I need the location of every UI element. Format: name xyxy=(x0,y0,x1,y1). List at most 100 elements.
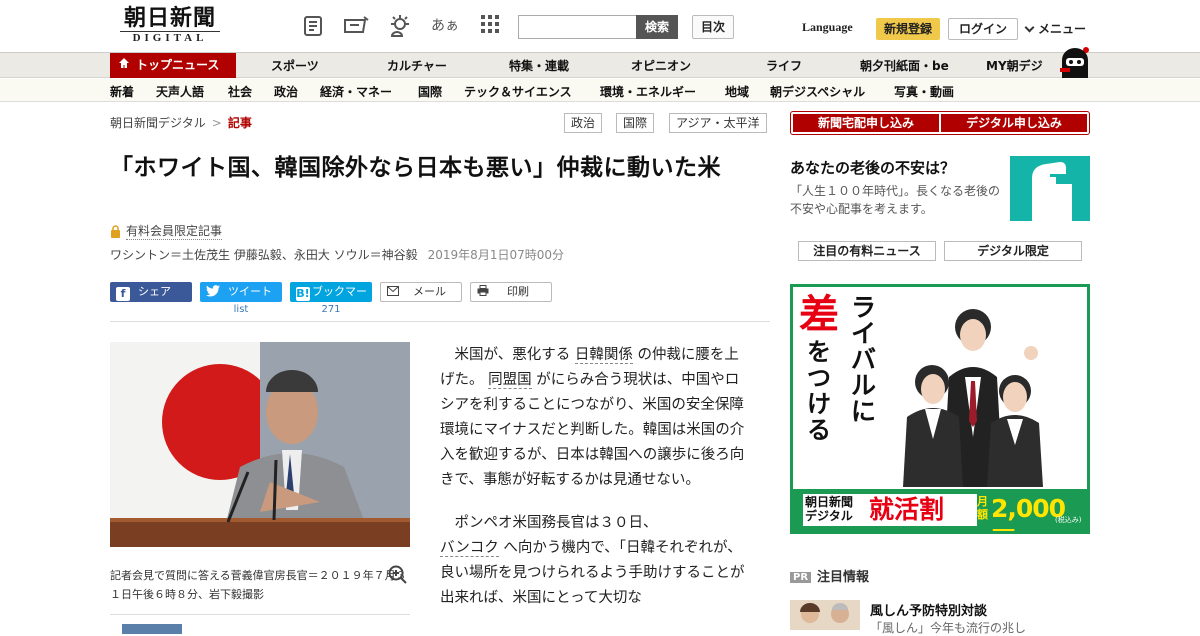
tab-paid-news[interactable]: 注目の有料ニュース xyxy=(798,241,936,261)
breadcrumb-root[interactable]: 朝日新聞デジタル xyxy=(110,116,206,130)
ad-campaign: 就活割 xyxy=(869,495,945,524)
advertisement[interactable]: 差 をつける ライバルに 朝日新聞デジタル 就活割 月額 2,000円 (税込み… xyxy=(790,284,1090,534)
promo-image[interactable] xyxy=(1010,156,1090,221)
twitter-icon xyxy=(206,284,220,304)
ad-headline-rest1: をつける xyxy=(807,338,831,444)
related-thumbnail[interactable] xyxy=(122,624,182,634)
paid-article-label: 有料会員限定記事 xyxy=(110,222,223,240)
logo-en: DIGITAL xyxy=(120,31,220,45)
nav-item-top-news[interactable]: トップニュース xyxy=(110,53,236,78)
divider xyxy=(110,614,410,615)
tab-digital-only[interactable]: デジタル限定 xyxy=(944,241,1082,261)
ad-price: 2,000円 xyxy=(991,494,1066,531)
tag-politics[interactable]: 政治 xyxy=(564,113,603,133)
ad-brand: 朝日新聞デジタル xyxy=(805,495,854,523)
ad-headline-big: 差 xyxy=(799,292,839,338)
promo-title[interactable]: あなたの老後の不安は？ xyxy=(790,157,955,178)
font-size-icon[interactable]: あぁ xyxy=(430,14,460,38)
sub-item-society[interactable]: 社会 xyxy=(228,83,252,100)
ad-price-label: 月額 xyxy=(977,495,988,521)
twitter-count[interactable]: list xyxy=(200,304,282,315)
weather-icon[interactable] xyxy=(386,14,414,38)
tag-asia-pacific[interactable]: アジア・太平洋 xyxy=(669,113,767,133)
article-headline: 「ホワイト国、韓国除外なら日本も悪い」仲裁に動いた米 xyxy=(110,155,721,181)
sub-item-tech[interactable]: テック＆サイエンス xyxy=(464,83,572,100)
mascot-icon[interactable] xyxy=(1058,46,1092,78)
text-run: 米国が、悪化する xyxy=(454,347,571,363)
coupon-icon[interactable] xyxy=(342,14,370,38)
nav-item-opinion[interactable]: オピニオン xyxy=(631,57,691,74)
ad-tax-note: (税込み) xyxy=(1055,516,1082,524)
nav-item-sports[interactable]: スポーツ xyxy=(271,57,319,74)
logo-jp: 朝日新聞 xyxy=(123,5,216,31)
pr-section-heading: PR 注目情報 xyxy=(790,566,869,585)
subscribe-paper-button[interactable]: 新聞宅配申し込み xyxy=(793,114,939,132)
nav-item-culture[interactable]: カルチャー xyxy=(387,57,447,74)
sub-item-latest[interactable]: 新着 xyxy=(110,83,134,100)
sub-item-economy[interactable]: 経済・マネー xyxy=(320,83,392,100)
hatena-bookmark-button[interactable]: B! ブックマーク xyxy=(290,282,372,318)
pr-news-thumbnail[interactable] xyxy=(790,600,860,630)
nav-item-newspaper[interactable]: 朝夕刊紙面・be xyxy=(860,57,949,74)
keyword-link[interactable]: 同盟国 xyxy=(488,372,532,389)
photo-caption: 記者会見で質問に答える菅義偉官房長官＝２０１９年７月３１日午後６時８分、岩下毅撮… xyxy=(110,569,407,601)
sub-item-politics[interactable]: 政治 xyxy=(274,83,298,100)
print-button[interactable]: 印刷 xyxy=(470,282,552,302)
facebook-icon: f xyxy=(116,287,130,301)
sub-item-photo-video[interactable]: 写真・動画 xyxy=(894,83,954,100)
mail-icon xyxy=(387,284,399,302)
pr-news-title[interactable]: 風しん予防特別対談 xyxy=(870,600,987,619)
login-button[interactable]: ログイン xyxy=(948,18,1018,40)
article-body: 米国が、悪化する 日韓関係 の仲裁に腰を上げた。 同盟国 がにらみ合う現状は、中… xyxy=(440,343,748,629)
byline-authors: ワシントン＝土佐茂生 伊藤弘毅、永田大 ソウル＝神谷毅 xyxy=(110,248,418,262)
paper-icon[interactable] xyxy=(302,14,326,38)
facebook-share-button[interactable]: f シェア xyxy=(110,282,192,302)
sub-item-region[interactable]: 地域 xyxy=(725,83,749,100)
pr-badge: PR xyxy=(790,572,812,583)
paid-label-text[interactable]: 有料会員限定記事 xyxy=(126,222,223,240)
hatena-count[interactable]: 271 xyxy=(290,304,372,315)
mail-button[interactable]: メール xyxy=(380,282,462,302)
hatena-icon: B! xyxy=(296,287,310,301)
toc-button[interactable]: 目次 xyxy=(692,15,734,39)
site-logo[interactable]: 朝日新聞 DIGITAL xyxy=(110,6,230,46)
grid-menu-icon[interactable] xyxy=(478,14,502,38)
lock-icon xyxy=(111,224,120,238)
byline: ワシントン＝土佐茂生 伊藤弘毅、永田大 ソウル＝神谷毅 2019年8月1日07時0… xyxy=(110,246,564,263)
search-input[interactable] xyxy=(518,15,638,39)
article-date: 2019年8月1日07時00分 xyxy=(427,248,564,262)
keyword-link[interactable]: 日韓関係 xyxy=(574,347,633,364)
paragraph: 米国が、悪化する 日韓関係 の仲裁に腰を上げた。 同盟国 がにらみ合う現状は、中… xyxy=(440,343,748,493)
sub-item-tenseijingo[interactable]: 天声人語 xyxy=(156,83,204,100)
tag-international[interactable]: 国際 xyxy=(616,113,655,133)
nav-item-life[interactable]: ライフ xyxy=(766,57,802,74)
twitter-share-button[interactable]: ツイート xyxy=(200,282,282,302)
text-run: がにらみ合う現状は、中国やロシアを利することにつながり、米国の安全保障環境にマイ… xyxy=(440,372,745,488)
breadcrumb-separator: > xyxy=(211,116,222,130)
keyword-link[interactable]: バンコク xyxy=(440,540,499,557)
menu-button[interactable]: メニュー xyxy=(1024,20,1087,37)
text-run: ポンペオ米国務長官は３０日、 xyxy=(454,515,658,531)
breadcrumb: 朝日新聞デジタル > 記事 xyxy=(110,114,252,131)
chevron-down-icon xyxy=(1024,22,1035,32)
print-label: 印刷 xyxy=(507,285,529,298)
sub-item-international[interactable]: 国際 xyxy=(418,83,442,100)
paragraph: ポンペオ米国務長官は３０日、 バンコク へ向かう機内で、「日韓それぞれが、良い場所… xyxy=(440,511,748,611)
search-button[interactable]: 検索 xyxy=(636,15,678,39)
twitter-share-label: ツイート xyxy=(228,285,272,298)
menu-label: メニュー xyxy=(1038,22,1087,36)
language-link[interactable]: Language xyxy=(802,20,853,35)
nav-home-label: トップニュース xyxy=(136,58,220,72)
sub-item-special[interactable]: 朝デジスペシャル xyxy=(770,83,865,100)
home-icon xyxy=(118,53,130,78)
register-button[interactable]: 新規登録 xyxy=(876,18,940,40)
promo-description: 「人生１００年時代」。長くなる老後の不安や心配事を考えます。 xyxy=(790,184,1001,216)
mail-label: メール xyxy=(413,285,446,298)
subscribe-digital-button[interactable]: デジタル申し込み xyxy=(941,114,1087,132)
nav-item-features[interactable]: 特集・連載 xyxy=(509,57,569,74)
pr-title: 注目情報 xyxy=(817,570,870,585)
zoom-icon[interactable] xyxy=(388,565,408,590)
sub-item-environment[interactable]: 環境・エネルギー xyxy=(600,83,696,100)
nav-item-my-asahi[interactable]: MY朝デジ xyxy=(986,57,1043,74)
article-photo[interactable] xyxy=(110,342,410,547)
